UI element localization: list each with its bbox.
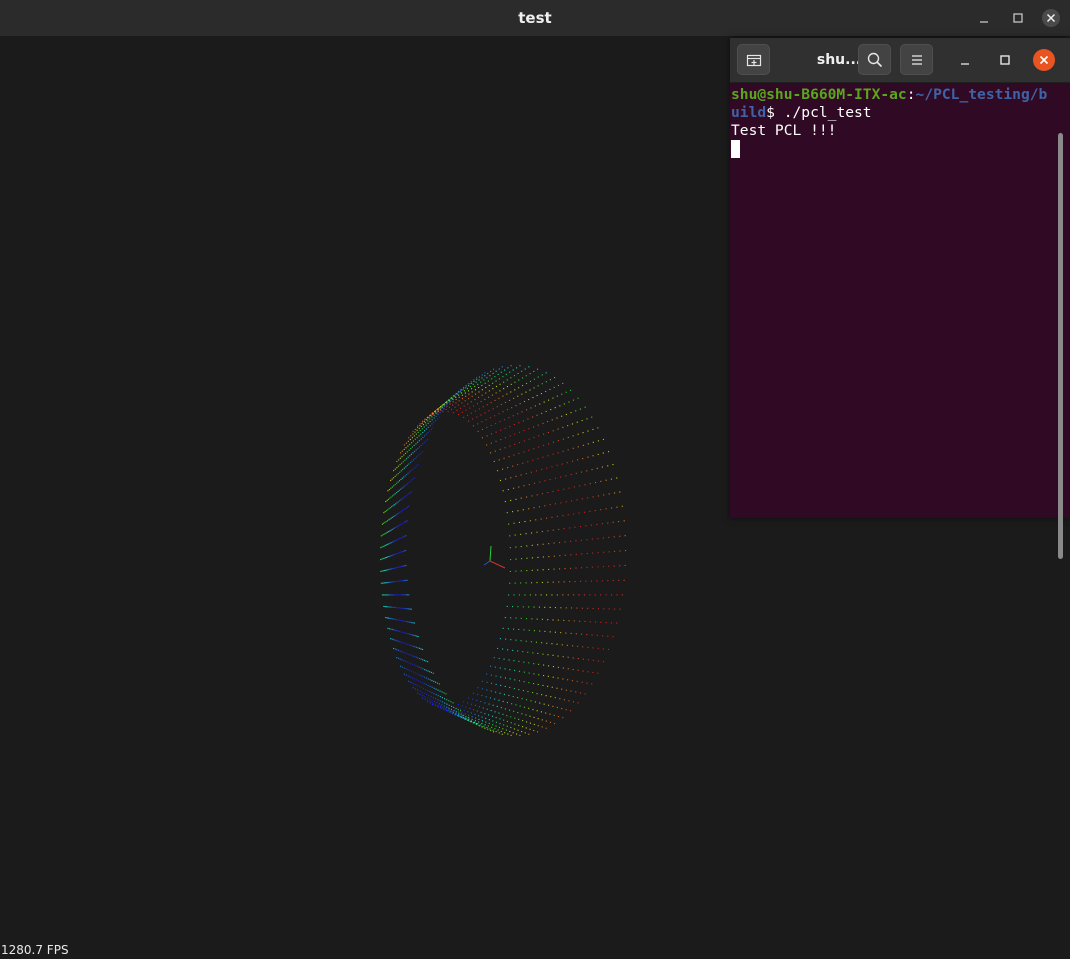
x-axis: [489, 560, 506, 569]
close-icon: [1042, 9, 1060, 27]
new-tab-button[interactable]: [737, 44, 770, 75]
point-cloud: [380, 365, 627, 736]
window-title: test: [518, 9, 552, 27]
terminal-scrollbar[interactable]: [1058, 133, 1063, 559]
terminal-content[interactable]: shu@shu-B660M-ITX-ac:~/PCL_testing/b uil…: [730, 83, 1070, 559]
window-maximize-button[interactable]: [1008, 8, 1028, 28]
prompt-separator: :: [906, 86, 916, 103]
terminal-maximize-button[interactable]: [995, 50, 1015, 70]
y-axis: [489, 545, 492, 562]
menu-button[interactable]: [900, 44, 933, 75]
fps-counter: 1280.7 FPS: [1, 943, 69, 957]
minimize-icon: [980, 21, 988, 23]
hamburger-menu-icon: [911, 54, 922, 65]
new-tab-icon: [746, 54, 761, 66]
main-window-titlebar: test: [0, 0, 1070, 37]
prompt-path: ~/PCL_testing/b: [915, 86, 1048, 103]
terminal-minimize-button[interactable]: [955, 50, 975, 70]
search-button[interactable]: [858, 44, 891, 75]
terminal-close-button[interactable]: [1033, 49, 1055, 71]
terminal-window[interactable]: shu... shu@shu-B660M-ITX-ac:~/PCL_testin…: [730, 38, 1070, 559]
coordinate-axes: [483, 545, 506, 569]
maximize-icon: [1013, 13, 1023, 23]
prompt-user: shu@shu-B660M-ITX-ac: [731, 86, 907, 103]
terminal-command: ./pcl_test: [783, 104, 872, 121]
prompt-symbol: $: [766, 104, 784, 121]
terminal-headerbar: shu...: [730, 38, 1070, 83]
terminal-output: shu@shu-B660M-ITX-ac:~/PCL_testing/b uil…: [731, 86, 1057, 158]
search-icon: [867, 52, 882, 67]
close-icon: [1039, 55, 1049, 65]
text-cursor: [731, 140, 740, 158]
maximize-icon: [1000, 55, 1010, 65]
prompt-path-continued: uild: [731, 104, 767, 121]
minimize-icon: [961, 63, 969, 65]
program-output: Test PCL !!!: [731, 122, 837, 139]
window-minimize-button[interactable]: [974, 8, 994, 28]
z-axis: [483, 560, 491, 566]
window-close-button[interactable]: [1041, 8, 1061, 28]
